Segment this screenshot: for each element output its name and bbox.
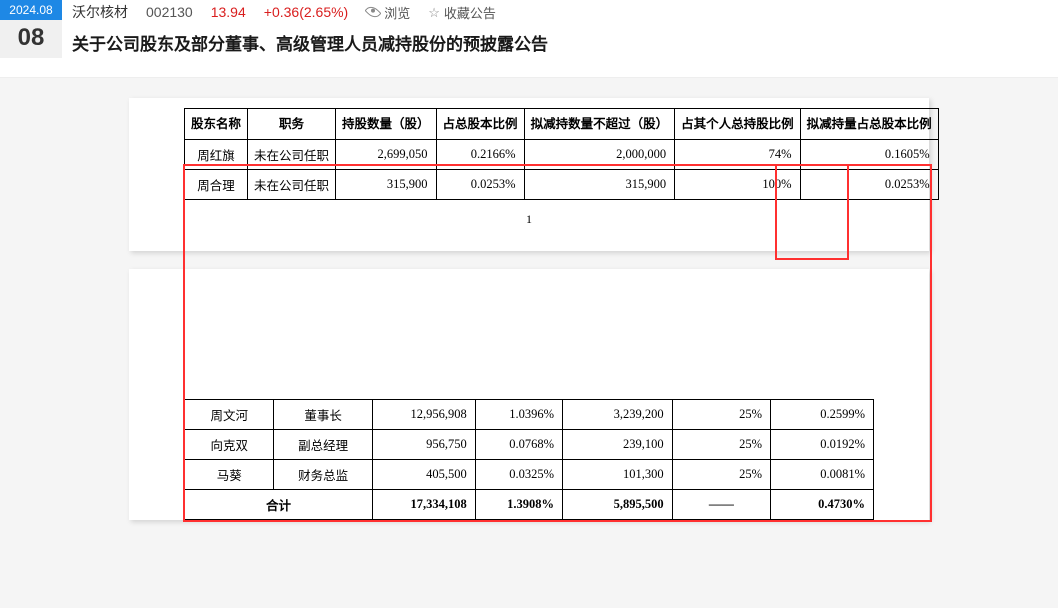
table-row: 周文河 董事长 12,956,908 1.0396% 3,239,200 25%… <box>185 400 874 430</box>
shareholder-table-2: 周文河 董事长 12,956,908 1.0396% 3,239,200 25%… <box>184 399 874 520</box>
cell-total-pct: 0.0253% <box>436 170 524 200</box>
browse-label: 浏览 <box>384 3 410 22</box>
document-page-1: 股东名称 职务 持股数量（股） 占总股本比例 拟减持数量不超过（股） 占其个人总… <box>129 98 929 251</box>
cell-holdings: 2,699,050 <box>336 140 437 170</box>
cell-reduce-qty: 239,100 <box>563 430 673 460</box>
cell-holdings: 315,900 <box>336 170 437 200</box>
cell-personal-pct: 25% <box>672 430 770 460</box>
cell-name: 周合理 <box>185 170 248 200</box>
col-header-reduce-qty: 拟减持数量不超过（股） <box>524 109 675 140</box>
cell-reduce-qty: 3,239,200 <box>563 400 673 430</box>
cell-reduce-pct: 0.2599% <box>771 400 874 430</box>
cell-name: 周文河 <box>185 400 274 430</box>
favorite-link[interactable]: ☆ 收藏公告 <box>428 3 496 22</box>
table-header-row: 股东名称 职务 持股数量（股） 占总股本比例 拟减持数量不超过（股） 占其个人总… <box>185 109 939 140</box>
cell-total-label: 合计 <box>185 490 373 520</box>
col-header-position: 职务 <box>248 109 336 140</box>
cell-total-holdings: 17,334,108 <box>372 490 475 520</box>
cell-holdings: 12,956,908 <box>372 400 475 430</box>
cell-position: 董事长 <box>274 400 372 430</box>
stock-row: 沃尔核材 002130 13.94 +0.36(2.65%) 浏览 ☆ 收藏公告 <box>72 2 1058 30</box>
col-header-personal-pct: 占其个人总持股比例 <box>675 109 801 140</box>
table-row: 马葵 财务总监 405,500 0.0325% 101,300 25% 0.00… <box>185 460 874 490</box>
col-header-total-pct: 占总股本比例 <box>436 109 524 140</box>
cell-total-pct: 0.0768% <box>475 430 562 460</box>
cell-reduce-pct: 0.0081% <box>771 460 874 490</box>
cell-reduce-qty: 315,900 <box>524 170 675 200</box>
stock-name[interactable]: 沃尔核材 <box>72 2 128 22</box>
col-header-holdings: 持股数量（股） <box>336 109 437 140</box>
cell-name: 向克双 <box>185 430 274 460</box>
browse-link[interactable]: 浏览 <box>366 3 410 22</box>
stock-change: +0.36(2.65%) <box>264 4 348 20</box>
cell-reduce-qty: 2,000,000 <box>524 140 675 170</box>
cell-total-personal-pct: —— <box>672 490 770 520</box>
cell-name: 马葵 <box>185 460 274 490</box>
cell-total-pct: 0.2166% <box>436 140 524 170</box>
cell-total-reduce-pct: 0.4730% <box>771 490 874 520</box>
eye-icon <box>365 4 382 21</box>
cell-total-reduce-qty: 5,895,500 <box>563 490 673 520</box>
date-badge: 2024.08 08 <box>0 0 62 58</box>
cell-position: 财务总监 <box>274 460 372 490</box>
cell-total-pct: 1.0396% <box>475 400 562 430</box>
cell-personal-pct: 74% <box>675 140 801 170</box>
cell-position: 未在公司任职 <box>248 170 336 200</box>
table-row: 周红旗 未在公司任职 2,699,050 0.2166% 2,000,000 7… <box>185 140 939 170</box>
table-total-row: 合计 17,334,108 1.3908% 5,895,500 —— 0.473… <box>185 490 874 520</box>
document-viewport: 股东名称 职务 持股数量（股） 占总股本比例 拟减持数量不超过（股） 占其个人总… <box>0 98 1058 520</box>
announcement-title: 关于公司股东及部分董事、高级管理人员减持股份的预披露公告 <box>72 30 1058 55</box>
shareholder-table-1: 股东名称 职务 持股数量（股） 占总股本比例 拟减持数量不超过（股） 占其个人总… <box>184 108 939 200</box>
cell-personal-pct: 25% <box>672 460 770 490</box>
cell-personal-pct: 25% <box>672 400 770 430</box>
stock-code: 002130 <box>146 4 193 20</box>
cell-holdings: 956,750 <box>372 430 475 460</box>
cell-reduce-pct: 0.0192% <box>771 430 874 460</box>
header-main: 沃尔核材 002130 13.94 +0.36(2.65%) 浏览 ☆ 收藏公告… <box>72 0 1058 55</box>
favorite-label: 收藏公告 <box>444 3 496 22</box>
cell-reduce-pct: 0.0253% <box>800 170 938 200</box>
cell-position: 副总经理 <box>274 430 372 460</box>
col-header-name: 股东名称 <box>185 109 248 140</box>
table-row: 向克双 副总经理 956,750 0.0768% 239,100 25% 0.0… <box>185 430 874 460</box>
star-icon: ☆ <box>428 6 440 19</box>
cell-name: 周红旗 <box>185 140 248 170</box>
cell-total-pct: 1.3908% <box>475 490 562 520</box>
cell-position: 未在公司任职 <box>248 140 336 170</box>
document-page-2: 周文河 董事长 12,956,908 1.0396% 3,239,200 25%… <box>129 269 929 520</box>
cell-total-pct: 0.0325% <box>475 460 562 490</box>
stock-price: 13.94 <box>211 4 246 20</box>
cell-reduce-qty: 101,300 <box>563 460 673 490</box>
date-month: 2024.08 <box>0 0 62 20</box>
announcement-header: 2024.08 08 沃尔核材 002130 13.94 +0.36(2.65%… <box>0 0 1058 78</box>
col-header-reduce-pct: 拟减持量占总股本比例 <box>800 109 938 140</box>
cell-holdings: 405,500 <box>372 460 475 490</box>
cell-personal-pct: 100% <box>675 170 801 200</box>
date-day: 08 <box>0 20 62 58</box>
page-number: 1 <box>184 200 874 231</box>
cell-reduce-pct: 0.1605% <box>800 140 938 170</box>
table-row: 周合理 未在公司任职 315,900 0.0253% 315,900 100% … <box>185 170 939 200</box>
